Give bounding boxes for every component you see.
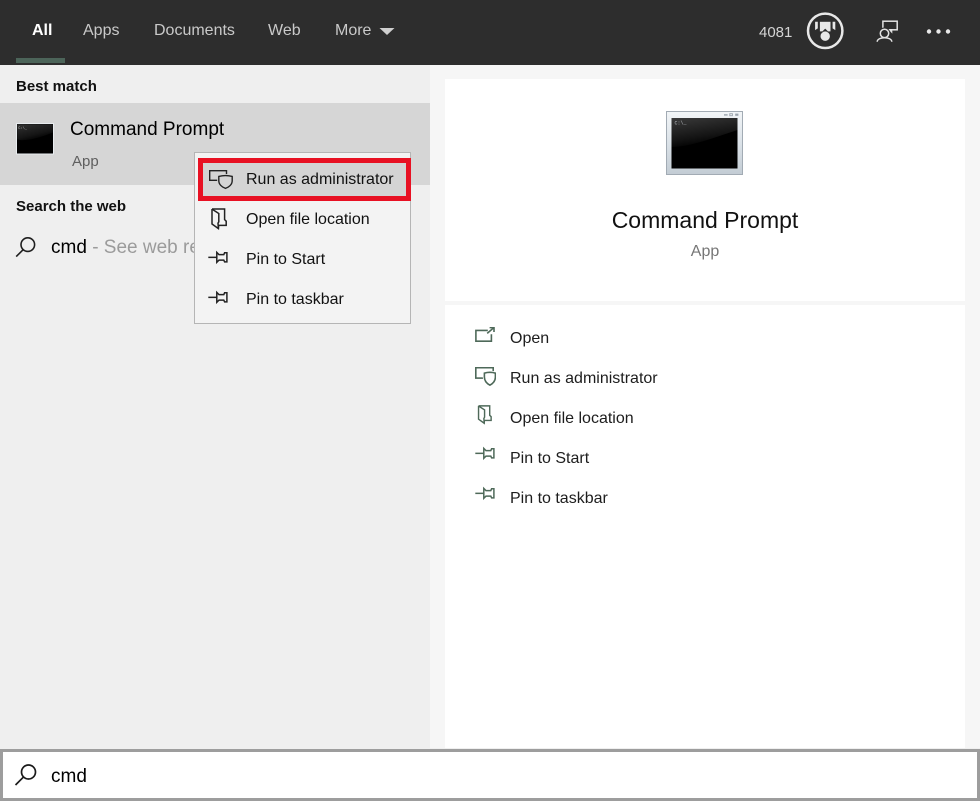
- svg-text:C:\_: C:\_: [675, 121, 688, 127]
- svg-text:C:\_: C:\_: [18, 126, 27, 131]
